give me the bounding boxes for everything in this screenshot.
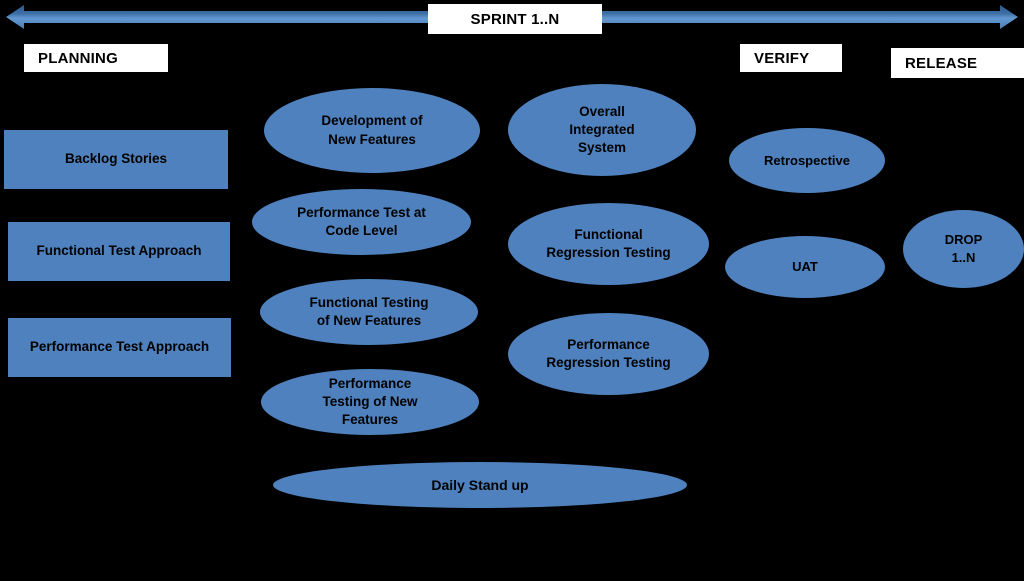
activity-retrospective: Retrospective [729, 128, 885, 193]
activity-performance-testing-of-new-features: Performance Testing of New Features [261, 369, 479, 435]
activity-functional-regression-testing: Functional Regression Testing [508, 203, 709, 285]
phase-header-release-label: RELEASE [905, 54, 978, 72]
activity-functional-testing-of-new-features-label: Functional Testing of New Features [309, 294, 429, 328]
planning-card-backlog-stories-label: Backlog Stories [64, 151, 168, 167]
activity-overall-integrated-system: Overall Integrated System [508, 84, 696, 176]
diagram-canvas: SPRINT 1..N PLANNING VERIFY RELEASE Back… [0, 0, 1024, 581]
activity-performance-regression-testing-label: Performance Regression Testing [546, 336, 671, 370]
activity-drop-label: DROP 1..N [944, 232, 983, 265]
activity-performance-testing-of-new-features-label: Performance Testing of New Features [322, 375, 418, 428]
phase-header-planning-label: PLANNING [38, 49, 118, 67]
phase-header-verify: VERIFY [740, 44, 842, 72]
activity-functional-regression-testing-label: Functional Regression Testing [546, 226, 671, 260]
phase-header-verify-label: VERIFY [754, 49, 810, 67]
activity-uat-label: UAT [792, 259, 818, 275]
activity-daily-stand-up: Daily Stand up [273, 462, 687, 508]
planning-card-functional-test-approach-label: Functional Test Approach [36, 243, 202, 259]
sprint-label-chip: SPRINT 1..N [428, 4, 602, 34]
phase-header-planning: PLANNING [24, 44, 168, 72]
sprint-label-text: SPRINT 1..N [470, 10, 560, 28]
activity-overall-integrated-system-label: Overall Integrated System [569, 103, 635, 156]
planning-card-functional-test-approach: Functional Test Approach [8, 222, 230, 281]
sprint-left-arrow [6, 5, 450, 29]
activity-development-of-new-features: Development of New Features [264, 88, 480, 173]
activity-functional-testing-of-new-features: Functional Testing of New Features [260, 279, 478, 345]
activity-uat: UAT [725, 236, 885, 298]
phase-header-release: RELEASE [891, 48, 1024, 78]
planning-card-backlog-stories: Backlog Stories [4, 130, 228, 189]
planning-card-performance-test-approach-label: Performance Test Approach [29, 339, 210, 355]
planning-card-performance-test-approach: Performance Test Approach [8, 318, 231, 377]
activity-daily-stand-up-label: Daily Stand up [431, 476, 529, 493]
activity-development-of-new-features-label: Development of New Features [321, 113, 423, 147]
activity-performance-regression-testing: Performance Regression Testing [508, 313, 709, 395]
sprint-right-arrow [574, 5, 1018, 29]
activity-retrospective-label: Retrospective [764, 152, 850, 168]
activity-performance-test-at-code-level: Performance Test at Code Level [252, 189, 471, 255]
activity-drop: DROP 1..N [903, 210, 1024, 288]
activity-performance-test-at-code-level-label: Performance Test at Code Level [297, 204, 426, 238]
